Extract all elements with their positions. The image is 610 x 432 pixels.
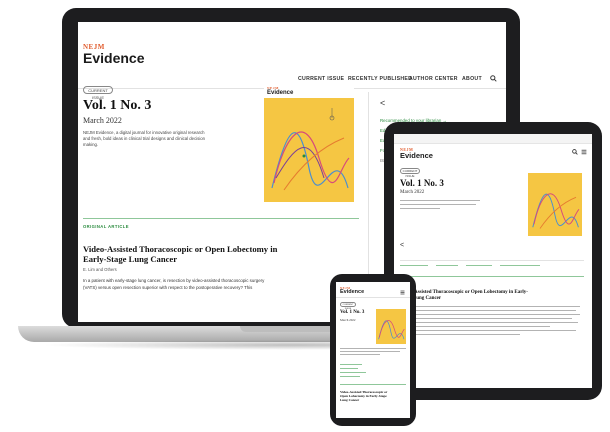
tablet-article-title[interactable]: Video-Assisted Thoracoscopic or Open Lob… [400, 290, 528, 302]
phone-issue-date: March 2022 [340, 318, 356, 322]
phone-desc-line [340, 351, 400, 352]
tablet-search-icon[interactable] [572, 149, 578, 155]
tablet-back-arrow-icon[interactable]: < [400, 242, 404, 249]
phone-link-line[interactable] [340, 372, 366, 373]
phone-header-divider [336, 297, 410, 298]
search-icon[interactable] [490, 75, 497, 82]
phone-link-line[interactable] [340, 364, 362, 365]
section-tag: ORIGINAL ARTICLE [83, 224, 129, 229]
tablet-abstract-line [400, 318, 572, 319]
tablet-desc-line [400, 200, 480, 201]
issue-cover[interactable]: NEJM Evidence [264, 84, 354, 202]
phone-cover-artwork [378, 320, 405, 340]
tablet-desc-line [400, 204, 476, 205]
tablet-abstract-line [400, 334, 520, 335]
tablet-abstract-line [400, 322, 578, 323]
phone-screen: NEJM Evidence CURRENT ISSUE Vol. 1 No. 3… [336, 282, 410, 418]
cover-artwork [271, 108, 350, 191]
tablet-abstract-line [400, 306, 580, 307]
tablet-status-bar [394, 134, 592, 144]
back-arrow-icon[interactable]: < [380, 98, 385, 108]
phone-link-line[interactable] [340, 376, 360, 377]
tablet-link-line[interactable] [500, 265, 540, 266]
tablet-abstract-line [400, 314, 580, 315]
article-title[interactable]: Video-Assisted Thoracoscopic or Open Lob… [83, 244, 277, 264]
tablet-desc-line [400, 208, 440, 209]
tablet-cover-artwork [532, 193, 580, 229]
tablet-issue-cover[interactable] [528, 164, 582, 236]
journal-description: NEJM Evidence, a digital journal for inn… [83, 130, 206, 147]
article-abstract: In a patient with early-stage lung cance… [83, 278, 265, 290]
phone-article-title[interactable]: Video-Assisted Thoracoscopic or Open Lob… [340, 390, 387, 403]
phone-link-line[interactable] [340, 368, 358, 369]
volume-title: Vol. 1 No. 3 [83, 98, 152, 113]
tablet-issue-badge: CURRENT ISSUE [400, 168, 420, 178]
tablet-menu-icon[interactable] [581, 149, 587, 155]
phone-desc-line [340, 354, 380, 355]
tablet-section-divider [400, 276, 584, 277]
tablet-evidence-logo[interactable]: Evidence [400, 151, 433, 160]
tablet-link-line[interactable] [466, 265, 492, 266]
phone-issue-cover[interactable] [376, 304, 406, 344]
phone-issue-badge: CURRENT ISSUE [340, 302, 356, 310]
section-divider [83, 218, 359, 219]
phone-desc-line [340, 348, 406, 349]
tablet-link-line[interactable] [436, 265, 458, 266]
tablet-abstract-line [400, 330, 576, 331]
nav-about[interactable]: ABOUT [462, 76, 482, 82]
tablet-issue-date: March 2022 [400, 190, 425, 195]
phone-menu-icon[interactable] [400, 290, 405, 295]
tablet-link-line[interactable] [400, 265, 428, 266]
issue-date: March 2022 [83, 116, 122, 125]
tablet-screen: NEJM Evidence CURRENT ISSUE Vol. 1 No. 3… [394, 134, 592, 388]
article-authors: E. Lim and Others [83, 267, 117, 272]
phone-section-divider [340, 384, 406, 385]
nav-author-center[interactable]: AUTHOR CENTER [409, 76, 458, 82]
phone-evidence-logo[interactable]: Evidence [340, 289, 364, 295]
tablet-abstract-line [400, 326, 550, 327]
evidence-logo[interactable]: Evidence [83, 50, 144, 66]
nav-recently-published[interactable]: RECENTLY PUBLISHED [348, 76, 412, 82]
tablet-divider [400, 260, 584, 261]
tablet-volume-title: Vol. 1 No. 3 [400, 178, 444, 188]
issue-badge: CURRENT ISSUE [83, 86, 113, 100]
tablet-abstract-line [400, 310, 576, 311]
phone-volume-title: Vol. 1 No. 3 [340, 310, 365, 315]
